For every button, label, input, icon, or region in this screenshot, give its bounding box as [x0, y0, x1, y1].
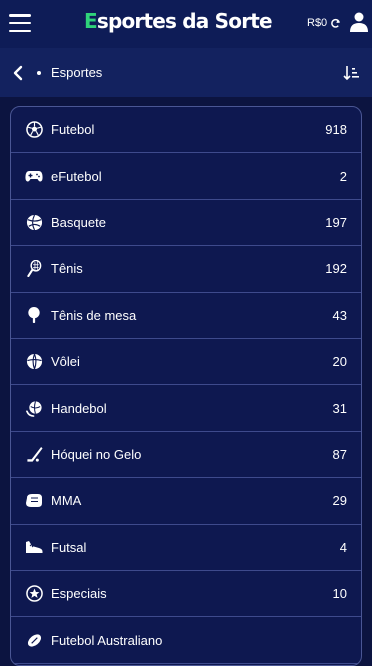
- sport-name: Handebol: [51, 400, 107, 416]
- sport-name: Tênis: [51, 261, 83, 277]
- event-count: 20: [332, 354, 347, 370]
- sport-row-futebol-australiano[interactable]: Futebol Australiano: [11, 617, 361, 664]
- sport-name: Hóquei no Gelo: [51, 446, 142, 462]
- tennis-racket-icon: [25, 260, 43, 278]
- logo-text: sportes da Sorte: [96, 9, 273, 33]
- event-count: 87: [332, 446, 347, 462]
- table-tennis-icon: [25, 306, 43, 324]
- event-count: 918: [325, 122, 347, 138]
- refresh-icon[interactable]: [330, 18, 341, 29]
- sport-name: Vôlei: [51, 354, 80, 370]
- sport-row-tênis-de-mesa[interactable]: Tênis de mesa 43: [11, 293, 361, 339]
- sport-row-futebol[interactable]: Futebol 918: [11, 107, 361, 154]
- back-arrow-icon[interactable]: [11, 65, 25, 81]
- volleyball-icon: [25, 353, 43, 371]
- hockey-stick-icon: [25, 445, 43, 463]
- event-count: 10: [332, 586, 347, 602]
- event-count: 43: [332, 307, 347, 323]
- top-bar: Esportes da Sorte R$0: [0, 0, 372, 48]
- logo-e: E: [84, 9, 98, 33]
- futsal-shoe-icon: [25, 538, 43, 556]
- australian-football-icon: [25, 631, 43, 649]
- gamepad-icon: [25, 167, 43, 185]
- balance-display[interactable]: R$0: [307, 17, 341, 29]
- sport-row-hóquei-no-gelo[interactable]: Hóquei no Gelo 87: [11, 432, 361, 479]
- mma-glove-icon: [25, 492, 43, 510]
- sport-name: Especiais: [51, 586, 107, 602]
- user-icon[interactable]: [350, 12, 368, 32]
- event-count: 31: [332, 400, 347, 416]
- breadcrumb-dot: [37, 71, 41, 75]
- sport-row-tênis[interactable]: Tênis 192: [11, 246, 361, 293]
- balance-value: R$0: [307, 17, 328, 29]
- sport-row-futsal[interactable]: Futsal 4: [11, 525, 361, 571]
- sport-row-handebol[interactable]: Handebol 31: [11, 385, 361, 432]
- sports-list: Futebol 918 eFutebol 2 Basquete 197 Tênis 192 Tê…: [10, 106, 362, 666]
- sport-name: eFutebol: [51, 168, 102, 184]
- sport-name: Futebol Australiano: [51, 632, 163, 648]
- event-count: 29: [332, 493, 347, 509]
- star-badge-icon: [25, 585, 43, 603]
- brand-logo[interactable]: Esportes da Sorte: [84, 9, 273, 33]
- sport-name: MMA: [51, 493, 82, 509]
- basketball-icon: [25, 213, 43, 231]
- sport-name: Futebol: [51, 122, 95, 138]
- handball-icon: [25, 399, 43, 417]
- event-count: 197: [325, 214, 347, 230]
- sport-row-especiais[interactable]: Especiais 10: [11, 571, 361, 618]
- hamburger-menu-icon[interactable]: [9, 14, 31, 32]
- soccer-ball-icon: [25, 121, 43, 139]
- sport-row-basquete[interactable]: Basquete 197: [11, 200, 361, 247]
- sport-name: Futsal: [51, 539, 87, 555]
- event-count: 192: [325, 261, 347, 277]
- sport-name: Basquete: [51, 214, 106, 230]
- event-count: 2: [339, 168, 347, 184]
- sport-name: Tênis de mesa: [51, 307, 137, 323]
- sport-row-vôlei[interactable]: Vôlei 20: [11, 339, 361, 386]
- sport-row-mma[interactable]: MMA 29: [11, 478, 361, 525]
- event-count: 4: [339, 539, 347, 555]
- sort-icon[interactable]: [343, 65, 359, 81]
- breadcrumb: Esportes: [51, 65, 103, 80]
- sport-row-efutebol[interactable]: eFutebol 2: [11, 153, 361, 200]
